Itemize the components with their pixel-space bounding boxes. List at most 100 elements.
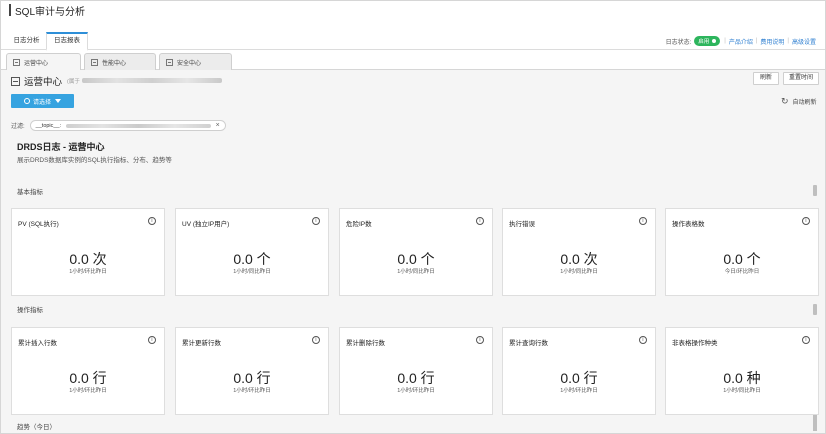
belongs-prefix: (属于 [67, 79, 80, 85]
section-trend: 趋势（今日） [17, 424, 56, 431]
card-note: 1小时/环比昨日 [69, 269, 107, 275]
filter-row: 过滤: __topic__: × [11, 120, 226, 131]
filter-value: __topic__: [35, 122, 62, 129]
metric-card-updated-rows: 累计更新行数 i 0.0 行 1小时/环比昨日 [175, 327, 329, 415]
card-title: 非表格操作种类 [672, 340, 718, 347]
log-status-toggle[interactable]: 启用 [694, 36, 721, 46]
card-note: 1小时/环比昨日 [69, 388, 107, 394]
dashboard-icon [166, 58, 173, 66]
card-title: 累计删除行数 [346, 340, 385, 347]
info-icon[interactable]: i [802, 336, 810, 344]
dashboard-icon [91, 58, 98, 66]
tab-log-analysis[interactable]: 日志分析 [9, 32, 44, 50]
info-icon[interactable]: i [312, 336, 320, 344]
log-status-area: 日志状态: 启用 | 产品介绍 | 费用说明 | 高级设置 [665, 36, 816, 46]
filter-label: 过滤: [11, 124, 25, 130]
refresh-button[interactable]: 刷新 [753, 72, 779, 85]
card-title: 危险IP数 [346, 221, 372, 228]
card-title: UV (独立IP用户) [182, 221, 230, 228]
metric-card-non-table-ops: 非表格操作种类 i 0.0 种 1小时/同比昨日 [665, 327, 819, 415]
time-select-label: 请选择 [32, 99, 51, 106]
advanced-settings-link[interactable]: 高级设置 [792, 37, 816, 46]
metric-card-deleted-rows: 累计删除行数 i 0.0 行 1小时/环比昨日 [339, 327, 493, 415]
caret-down-icon [55, 99, 61, 103]
info-icon[interactable]: i [148, 217, 156, 225]
dashboard-content: 运营中心 (属于 刷新 重置时间 请选择 ↻ 自动刷新 过滤: __topic_… [1, 70, 825, 433]
redacted-filter [66, 123, 211, 128]
tab-performance-center[interactable]: 性能中心 [84, 53, 156, 70]
pricing-link[interactable]: 费用说明 [760, 37, 784, 46]
card-title: 操作表格数 [672, 221, 705, 228]
clock-icon [23, 98, 30, 104]
card-value: 0.0 种 [723, 370, 761, 386]
card-value: 0.0 行 [560, 370, 598, 386]
card-title: 累计更新行数 [182, 340, 221, 347]
filter-chip[interactable]: __topic__: × [29, 120, 226, 131]
section-scroll-handle[interactable] [813, 304, 817, 315]
section-scroll-handle[interactable] [813, 415, 817, 431]
auto-refresh-label: 自动刷新 [792, 100, 817, 106]
dashboard-description: 展示DRDS数据库实例的SQL执行指标、分布、趋势等 [17, 157, 172, 164]
metric-card-inserted-rows: 累计插入行数 i 0.0 行 1小时/环比昨日 [11, 327, 165, 415]
redacted-project [81, 78, 222, 83]
info-icon[interactable]: i [802, 217, 810, 225]
card-note: 1小时/同比昨日 [397, 269, 435, 275]
card-note: 1小时/同比昨日 [233, 269, 271, 275]
card-value: 0.0 行 [69, 370, 107, 386]
section-basic-metrics: 基本指标 [17, 189, 43, 196]
card-note: 1小时/环比昨日 [560, 388, 598, 394]
metric-card-uv: UV (独立IP用户) i 0.0 个 1小时/同比昨日 [175, 208, 329, 296]
card-note: 今日/环比昨日 [724, 269, 760, 275]
log-status-label: 日志状态: [665, 39, 692, 46]
product-intro-link[interactable]: 产品介绍 [729, 37, 753, 46]
card-note: 1小时/同比昨日 [723, 388, 761, 394]
info-icon[interactable]: i [639, 217, 647, 225]
metric-card-table-count: 操作表格数 i 0.0 个 今日/环比昨日 [665, 208, 819, 296]
time-select-button[interactable]: 请选择 [11, 94, 74, 108]
metric-card-exec-error: 执行错误 i 0.0 次 1小时/同比昨日 [502, 208, 656, 296]
dashboard-tabs: 运营中心 性能中心 安全中心 [1, 51, 825, 71]
info-icon[interactable]: i [476, 336, 484, 344]
page-header: 运营中心 (属于 [11, 74, 222, 88]
card-value: 0.0 行 [397, 370, 435, 386]
dashboard-icon [11, 76, 20, 86]
tab-log-report[interactable]: 日志报表 [46, 32, 88, 51]
card-note: 1小时/同比昨日 [560, 269, 598, 275]
metric-card-pv: PV (SQL执行) i 0.0 次 1小时/环比昨日 [11, 208, 165, 296]
card-title: 执行错误 [509, 221, 535, 228]
title-bar-mark [9, 4, 11, 16]
app-title: SQL审计与分析 [9, 2, 85, 18]
section-ops-metrics: 操作指标 [17, 307, 43, 314]
card-value: 0.0 次 [69, 251, 107, 267]
page-title: 运营中心 [24, 77, 63, 88]
refresh-icon: ↻ [781, 96, 789, 106]
section-scroll-handle[interactable] [813, 185, 817, 196]
app-title-text: SQL审计与分析 [15, 6, 86, 18]
page-subtitle: (属于 [67, 77, 222, 85]
close-icon[interactable]: × [216, 122, 220, 129]
dashboard-title: DRDS日志 - 运营中心 [17, 142, 105, 152]
info-icon[interactable]: i [148, 336, 156, 344]
info-icon[interactable]: i [312, 217, 320, 225]
card-title: 累计插入行数 [18, 340, 57, 347]
tab-operations-center[interactable]: 运营中心 [6, 53, 81, 71]
metric-card-queried-rows: 累计查询行数 i 0.0 行 1小时/环比昨日 [502, 327, 656, 415]
app-window: SQL审计与分析 日志分析 日志报表 日志状态: 启用 | 产品介绍 | 费用说… [0, 0, 826, 434]
reset-time-button[interactable]: 重置时间 [783, 72, 819, 85]
tab-label: 运营中心 [24, 61, 49, 67]
tab-security-center[interactable]: 安全中心 [159, 53, 232, 70]
card-value: 0.0 行 [233, 370, 271, 386]
info-icon[interactable]: i [476, 217, 484, 225]
toggle-label: 启用 [698, 39, 710, 45]
toggle-knob [712, 39, 717, 43]
card-note: 1小时/环比昨日 [397, 388, 435, 394]
card-title: 累计查询行数 [509, 340, 548, 347]
auto-refresh-toggle[interactable]: ↻ 自动刷新 [781, 96, 817, 107]
info-icon[interactable]: i [639, 336, 647, 344]
dashboard-icon [13, 59, 20, 66]
tab-label: 性能中心 [102, 60, 127, 67]
card-value: 0.0 个 [233, 251, 271, 267]
metric-card-danger-ip: 危险IP数 i 0.0 个 1小时/同比昨日 [339, 208, 493, 296]
card-value: 0.0 个 [723, 251, 761, 267]
card-title: PV (SQL执行) [18, 221, 59, 228]
